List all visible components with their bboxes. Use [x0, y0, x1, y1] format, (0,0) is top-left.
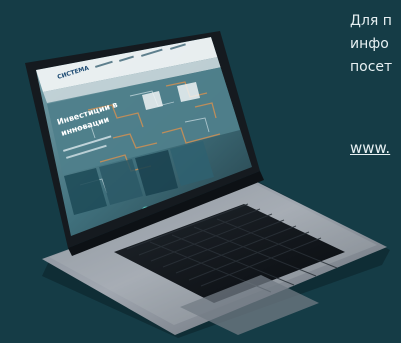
laptop-illustration: СИСТЕМА Инвестиции в инновации — [25, 31, 390, 338]
scene: Для п инфо посет www. СИСТЕМА Инвестиции… — [0, 0, 401, 343]
